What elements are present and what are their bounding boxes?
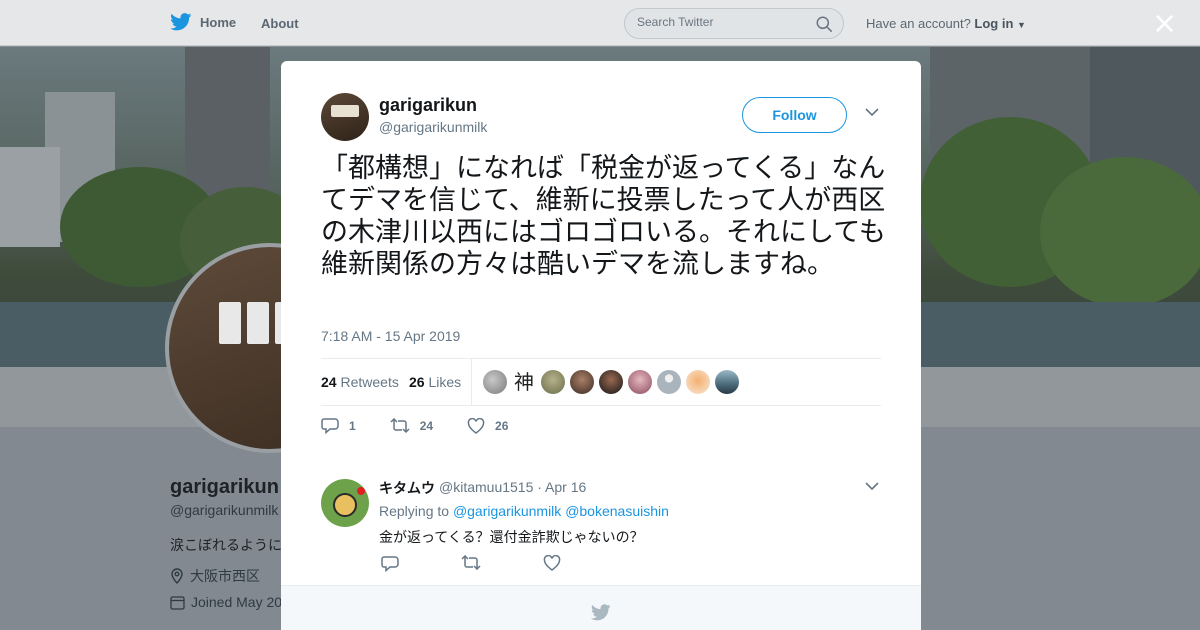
liker-avatars: 神 <box>483 370 739 394</box>
mention-link[interactable]: @bokenasuishin <box>565 503 669 519</box>
reply-text: 金が返ってくる？還付金詐欺じゃないの？ <box>379 530 644 546</box>
retweet-icon[interactable] <box>461 555 481 570</box>
liker-avatar[interactable] <box>541 370 565 394</box>
search-icon[interactable] <box>816 16 833 33</box>
likes-count: 26 <box>409 374 425 390</box>
tweet-text: 「都構想」になれば「税金が返ってくる」なんてデマを信じて、維新に投票したって人が… <box>321 153 886 280</box>
reply-author-avatar[interactable] <box>321 479 369 527</box>
tweet-author-handle[interactable]: @garigarikunmilk <box>379 119 487 135</box>
profile-location: 大阪市西区 <box>170 566 260 586</box>
profile-joined: Joined May 20 <box>170 594 282 610</box>
reply-icon[interactable] <box>381 555 399 572</box>
avatar-detail <box>331 105 359 117</box>
liker-avatar[interactable] <box>657 370 681 394</box>
liker-avatar[interactable] <box>686 370 710 394</box>
heart-icon <box>467 417 485 434</box>
avatar-detail <box>333 493 357 517</box>
reply-icon <box>321 418 339 434</box>
profile-location-text: 大阪市西区 <box>190 568 260 584</box>
location-icon <box>171 568 183 584</box>
account-area: Have an account? Log in ▼ <box>866 16 1026 31</box>
chevron-down-icon[interactable] <box>865 481 879 491</box>
mention-link[interactable]: @garigarikunmilk <box>453 503 561 519</box>
liker-avatar[interactable] <box>483 370 507 394</box>
replying-to-prefix: Replying to <box>379 503 450 519</box>
twitter-bird-icon <box>591 604 611 621</box>
liker-avatar[interactable] <box>599 370 623 394</box>
replying-to: Replying to @garigarikunmilk @bokenasuis… <box>379 503 669 519</box>
retweets-count: 24 <box>321 374 337 390</box>
close-icon[interactable]: × <box>1152 9 1177 39</box>
avatar-detail <box>357 487 365 495</box>
tweet-modal: garigarikun @garigarikunmilk Follow 「都構想… <box>281 61 921 630</box>
retweet-icon <box>390 418 410 433</box>
profile-bio: 涙こぼれるように <box>170 537 282 553</box>
retweets-label: Retweets <box>340 374 399 390</box>
reply-count: 1 <box>349 418 356 433</box>
nav-home-label: Home <box>200 14 237 30</box>
chevron-down-icon[interactable] <box>865 107 879 117</box>
banner-building <box>0 147 60 247</box>
profile-joined-text: Joined May 20 <box>191 594 283 610</box>
have-account-text: Have an account? <box>866 16 971 31</box>
stats-divider <box>471 359 472 406</box>
profile-handle: @garigarikunmilk <box>170 502 279 518</box>
modal-footer <box>281 585 921 630</box>
tweet-timestamp[interactable]: 7:18 AM - 15 Apr 2019 <box>321 328 460 344</box>
twitter-bird-icon <box>170 13 192 31</box>
liker-avatar[interactable] <box>570 370 594 394</box>
like-action[interactable]: 26 <box>467 417 509 434</box>
nav-home-link[interactable]: Home <box>170 13 236 31</box>
search-box[interactable] <box>624 8 844 39</box>
retweet-action[interactable]: 24 <box>390 418 433 433</box>
likes-stat[interactable]: 26 Likes <box>409 374 461 390</box>
banner-tree <box>1040 157 1200 307</box>
reply-tweet[interactable]: キタムウ @kitamuu1515 · Apr 16 Replying to @… <box>281 459 921 585</box>
tweet-author-avatar[interactable] <box>321 93 369 141</box>
reply-actions <box>381 555 561 572</box>
retweet-count: 24 <box>419 418 434 433</box>
liker-avatar[interactable]: 神 <box>512 370 536 394</box>
search-input[interactable] <box>637 15 807 29</box>
login-link[interactable]: Log in <box>974 16 1013 31</box>
heart-icon[interactable] <box>543 555 561 571</box>
tweet-actions: 1 24 26 <box>321 417 542 434</box>
retweets-stat[interactable]: 24 Retweets <box>321 374 399 390</box>
profile-name: garigarikun <box>170 476 279 498</box>
login-caret-icon[interactable]: ▼ <box>1017 20 1026 30</box>
avatar-detail <box>247 302 269 344</box>
avatar-detail <box>219 302 241 344</box>
nav-about-link[interactable]: About <box>261 16 299 31</box>
tweet-author-name[interactable]: garigarikun <box>379 95 477 116</box>
follow-button[interactable]: Follow <box>742 97 847 133</box>
top-navigation-bar: Home About Have an account? Log in ▼ <box>0 0 1200 46</box>
reply-action[interactable]: 1 <box>321 417 356 434</box>
calendar-icon <box>170 595 185 610</box>
like-count: 26 <box>495 418 509 433</box>
tweet-stats: 24 Retweets 26 Likes 神 <box>321 358 881 406</box>
liker-avatar[interactable] <box>628 370 652 394</box>
likes-label: Likes <box>428 374 462 390</box>
liker-avatar[interactable] <box>715 370 739 394</box>
reply-author-handle[interactable]: @kitamuu1515 · Apr 16 <box>439 479 586 495</box>
reply-author-name[interactable]: キタムウ <box>379 478 435 498</box>
